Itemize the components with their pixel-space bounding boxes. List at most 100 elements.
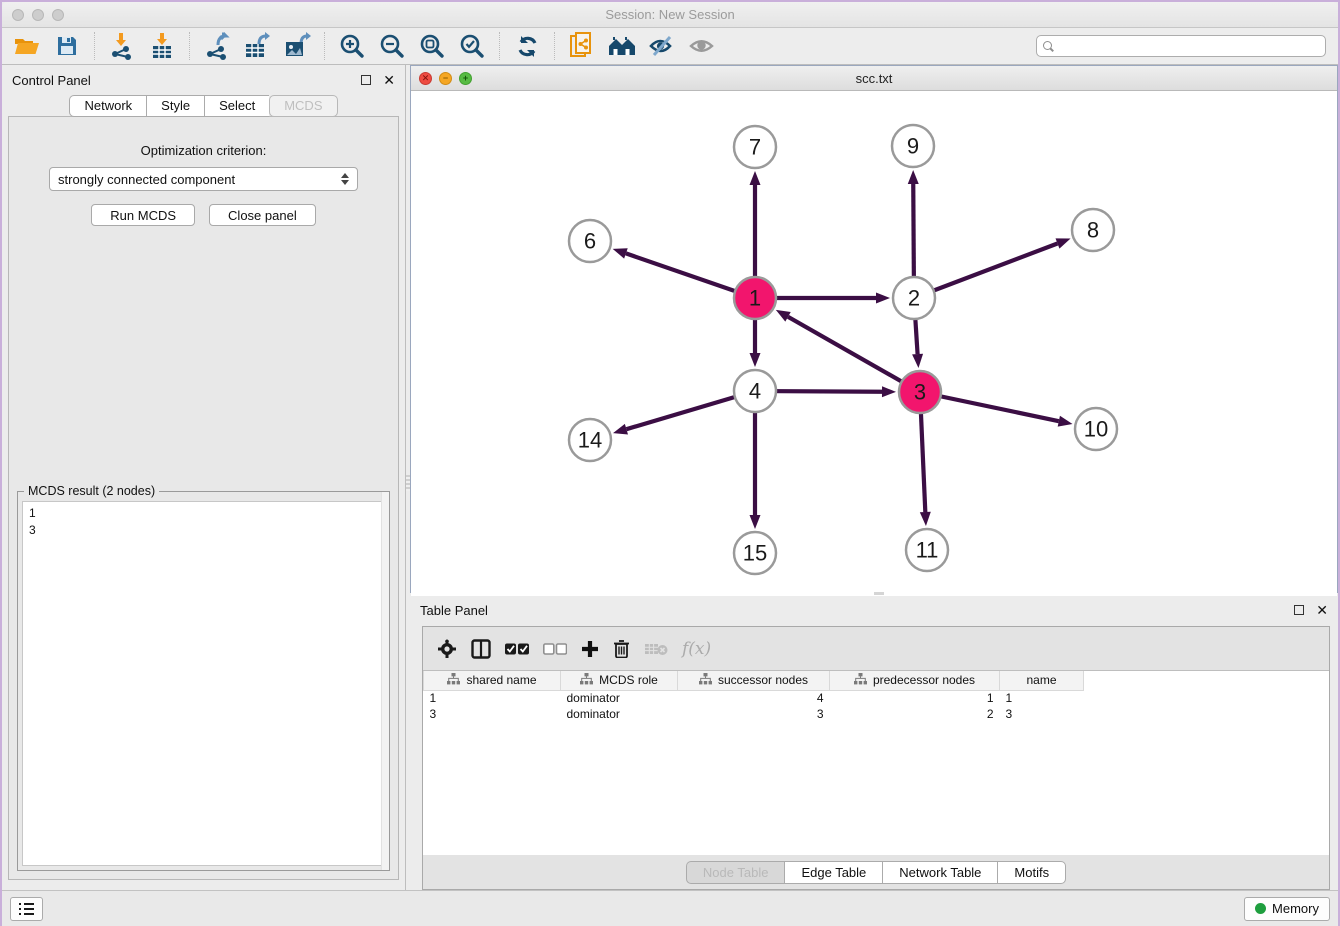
table-cell[interactable]: 2 [830,706,1000,722]
node-15[interactable]: 15 [734,532,776,574]
network-close-icon[interactable]: ✕ [419,72,432,85]
table-cell[interactable]: 3 [424,706,561,722]
column-header-predecessor-nodes[interactable]: predecessor nodes [830,671,1000,690]
shared-column-icon [580,673,593,688]
tab-select[interactable]: Select [204,95,269,117]
table-cell[interactable]: dominator [561,706,678,722]
import-table-icon[interactable] [145,31,179,61]
export-table-icon[interactable] [240,31,274,61]
zoom-in-icon[interactable] [335,31,369,61]
control-panel-title: Control Panel [12,73,361,88]
node-10[interactable]: 10 [1075,408,1117,450]
column-header-shared-name[interactable]: shared name [424,671,561,690]
table-cell[interactable]: 3 [1000,706,1084,722]
tab-edge-table[interactable]: Edge Table [784,861,882,884]
table-cell[interactable]: 3 [678,706,830,722]
svg-text:4: 4 [749,379,761,404]
clone-network-icon[interactable] [565,31,599,61]
table-cell[interactable]: 1 [1000,690,1084,706]
gear-icon[interactable] [437,639,457,659]
refresh-icon[interactable] [510,31,544,61]
network-maximize-icon[interactable]: + [459,72,472,85]
column-header-successor-nodes[interactable]: successor nodes [678,671,830,690]
run-mcds-button[interactable]: Run MCDS [91,204,195,226]
column-header-MCDS-role[interactable]: MCDS role [561,671,678,690]
toolbar-separator [324,32,325,60]
toolbar-separator [94,32,95,60]
node-8[interactable]: 8 [1072,209,1114,251]
import-network-icon[interactable] [105,31,139,61]
table-tabs: Node TableEdge TableNetwork TableMotifs [423,855,1329,889]
memory-label: Memory [1272,901,1319,916]
zoom-out-icon[interactable] [375,31,409,61]
node-9[interactable]: 9 [892,125,934,167]
node-11[interactable]: 11 [906,529,948,571]
edge-1-6[interactable] [613,248,755,298]
add-icon[interactable] [581,640,599,658]
column-header-name[interactable]: name [1000,671,1084,690]
first-neighbors-icon[interactable] [605,31,639,61]
tab-mcds[interactable]: MCDS [269,95,337,117]
tab-network[interactable]: Network [69,95,146,117]
float-panel-icon[interactable] [361,75,371,85]
edge-3-10[interactable] [920,392,1073,427]
table-row[interactable]: 3dominator323 [424,706,1084,722]
node-14[interactable]: 14 [569,419,611,461]
edge-2-8[interactable] [914,238,1071,298]
edge-4-14[interactable] [613,391,755,434]
network-titlebar[interactable]: ✕ − + scc.txt [411,66,1337,91]
export-network-icon[interactable] [200,31,234,61]
clear-table-icon [644,641,668,657]
node-2[interactable]: 2 [893,277,935,319]
open-session-icon[interactable] [10,31,44,61]
toolbar-separator [499,32,500,60]
table-cell[interactable]: 4 [678,690,830,706]
export-image-icon[interactable] [280,31,314,61]
node-3[interactable]: 3 [899,371,941,413]
criterion-select[interactable]: strongly connected component [49,167,358,191]
tab-motifs[interactable]: Motifs [997,861,1066,884]
table-cell[interactable]: dominator [561,690,678,706]
zoom-fit-icon[interactable] [415,31,449,61]
columns-icon[interactable] [471,639,491,659]
network-minimize-icon[interactable]: − [439,72,452,85]
float-table-panel-icon[interactable] [1294,605,1304,615]
node-1[interactable]: 1 [734,277,776,319]
svg-text:14: 14 [578,428,602,453]
delete-icon[interactable] [613,639,630,658]
mcds-result-list[interactable]: 1 3 [22,501,385,866]
network-graph[interactable]: 7 9 6 8 1 2 4 3 14 10 15 11 [411,91,1340,591]
show-all-icon[interactable] [685,31,719,61]
hide-selected-icon[interactable] [645,31,679,61]
table-row[interactable]: 1dominator411 [424,690,1084,706]
resize-grip[interactable] [874,592,884,595]
memory-button[interactable]: Memory [1244,897,1330,921]
network-window: ✕ − + scc.txt 7 9 6 8 1 2 4 3 14 10 15 11 [410,65,1338,593]
tab-style[interactable]: Style [146,95,204,117]
node-6[interactable]: 6 [569,220,611,262]
search-field[interactable] [1036,35,1326,57]
task-history-button[interactable] [10,897,43,921]
toolbar-separator [554,32,555,60]
criterion-value: strongly connected component [58,172,341,187]
edge-3-1[interactable] [776,310,920,392]
optimization-criterion-label: Optimization criterion: [9,143,398,158]
deselect-all-icon[interactable] [543,642,567,656]
zoom-selected-icon[interactable] [455,31,489,61]
result-scrollbar[interactable] [381,492,389,870]
save-session-icon[interactable] [50,31,84,61]
close-panel-button[interactable]: Close panel [209,204,316,226]
search-input[interactable] [1059,39,1319,53]
panel-splitter[interactable] [405,65,410,890]
tab-network-table[interactable]: Network Table [882,861,997,884]
svg-text:9: 9 [907,134,919,159]
close-panel-icon[interactable]: ✕ [383,75,395,85]
node-4[interactable]: 4 [734,370,776,412]
table-cell[interactable]: 1 [424,690,561,706]
network-canvas[interactable]: 7 9 6 8 1 2 4 3 14 10 15 11 [411,91,1337,596]
node-7[interactable]: 7 [734,126,776,168]
close-table-panel-icon[interactable]: ✕ [1316,605,1328,615]
tab-node-table[interactable]: Node Table [686,861,785,884]
select-all-icon[interactable] [505,642,529,656]
table-cell[interactable]: 1 [830,690,1000,706]
